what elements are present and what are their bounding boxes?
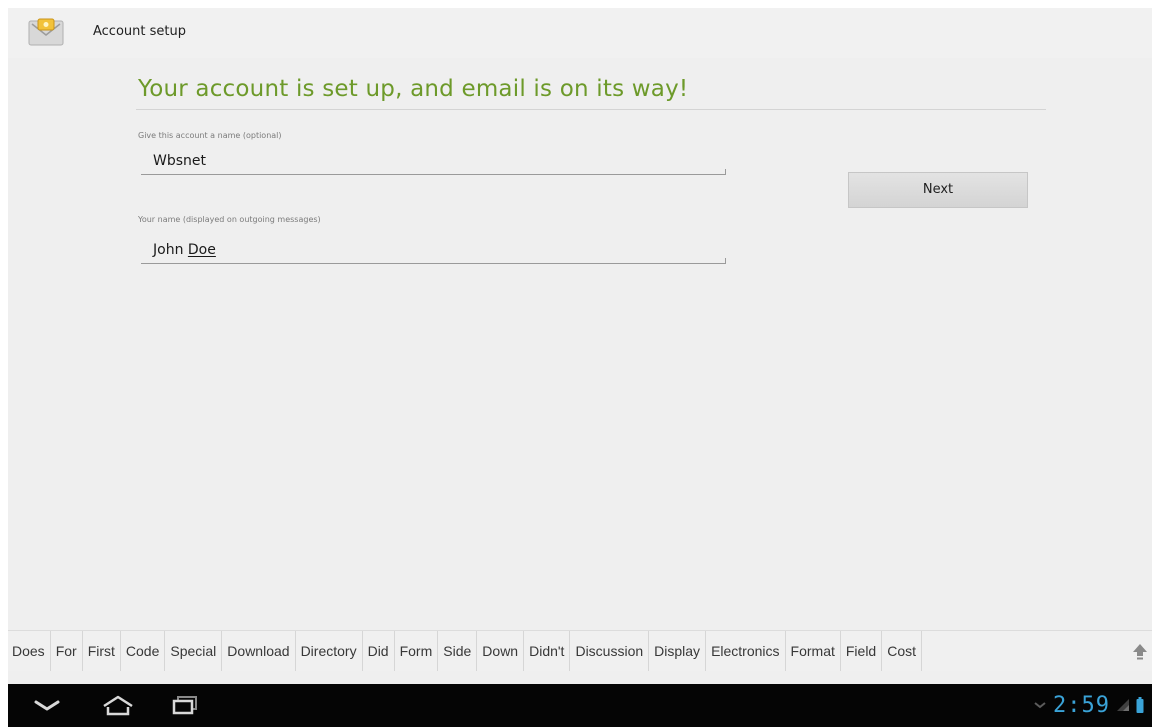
page-title: Your account is set up, and email is on … — [138, 76, 689, 102]
account-name-field[interactable]: Wbsnet — [141, 151, 726, 175]
suggestion-item[interactable]: Form — [395, 631, 439, 671]
suggestion-item[interactable]: Does — [8, 631, 51, 671]
divider — [136, 109, 1046, 110]
first-name-text: John — [153, 242, 184, 258]
keyboard-suggestion-bar: Does For First Code Special Download Dir… — [8, 630, 1152, 671]
clock: 2:59 — [1053, 692, 1110, 718]
screen: Account setup Your account is set up, an… — [8, 8, 1152, 727]
suggestion-item[interactable]: Discussion — [570, 631, 650, 671]
suggestion-item[interactable]: Special — [165, 631, 223, 671]
back-chevron-icon[interactable] — [30, 692, 64, 718]
your-name-label: Your name (displayed on outgoing message… — [138, 215, 321, 224]
action-bar: Account setup — [8, 8, 1152, 58]
suggestion-item[interactable]: First — [83, 631, 121, 671]
app-title: Account setup — [93, 24, 186, 39]
suggestion-item[interactable]: Did — [363, 631, 395, 671]
suggestion-item[interactable]: Field — [841, 631, 883, 671]
suggestion-item[interactable]: Didn't — [524, 631, 571, 671]
suggestion-item[interactable]: Electronics — [706, 631, 786, 671]
your-name-field[interactable]: John Doe — [141, 240, 726, 264]
signal-icon — [1117, 699, 1129, 711]
your-name-value: John Doe — [153, 242, 216, 258]
suggestion-item[interactable]: Download — [222, 631, 296, 671]
suggestion-item[interactable]: Down — [477, 631, 525, 671]
home-icon[interactable] — [100, 692, 136, 718]
status-area[interactable]: 2:59 — [1033, 690, 1144, 720]
email-envelope-icon[interactable] — [28, 18, 64, 48]
suggestion-item[interactable]: Directory — [296, 631, 363, 671]
recent-apps-icon[interactable] — [168, 692, 202, 718]
suggestion-item[interactable]: Display — [649, 631, 707, 671]
suggestion-item[interactable]: Cost — [882, 631, 923, 671]
account-name-label: Give this account a name (optional) — [138, 131, 282, 140]
battery-icon — [1136, 697, 1144, 713]
keyboard-icon — [1034, 702, 1046, 709]
expand-suggestions-icon[interactable] — [1132, 643, 1148, 661]
last-name-text: Doe — [187, 242, 216, 258]
suggestion-item[interactable]: Code — [121, 631, 166, 671]
suggestion-item[interactable]: For — [51, 631, 83, 671]
account-name-value: Wbsnet — [153, 153, 206, 169]
suggestion-item[interactable]: Format — [786, 631, 841, 671]
next-button[interactable]: Next — [848, 172, 1028, 208]
system-nav-bar: 2:59 — [8, 684, 1152, 727]
suggestion-item[interactable]: Side — [438, 631, 478, 671]
